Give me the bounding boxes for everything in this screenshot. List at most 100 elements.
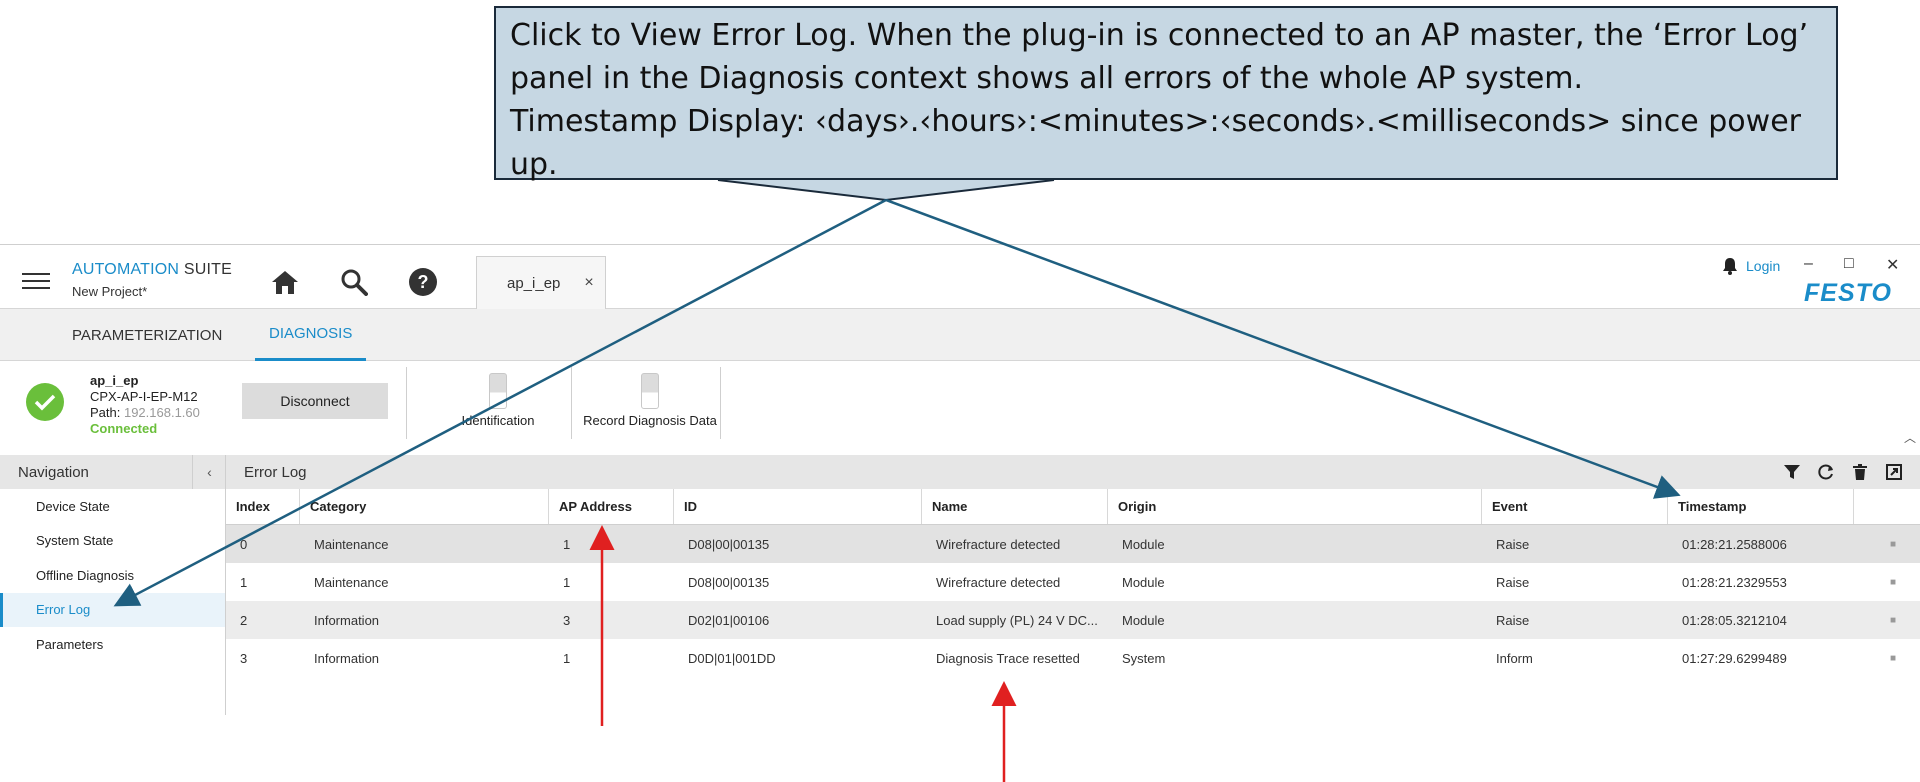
tab-parameterization[interactable]: PARAMETERIZATION (72, 309, 222, 361)
table-cell: Raise (1496, 536, 1530, 552)
table-cell: 2 (240, 612, 248, 628)
maximize-button[interactable]: □ (1844, 255, 1854, 273)
collapse-navigation-button[interactable]: ‹ (192, 455, 226, 489)
delete-icon[interactable] (1850, 462, 1870, 482)
home-icon[interactable] (270, 267, 300, 297)
column-header-spacer (1854, 489, 1920, 524)
table-cell: 1 (563, 536, 571, 552)
navigation-list: Device State System State Offline Diagnosi… (0, 489, 226, 715)
filter-icon[interactable] (1782, 462, 1802, 482)
row-marker-icon: ■ (1890, 614, 1897, 626)
brand-automation: AUTOMATION (72, 261, 180, 278)
table-cell: Maintenance (314, 536, 389, 552)
column-header[interactable]: Timestamp (1668, 489, 1854, 524)
panel-title: Error Log (244, 463, 307, 481)
table-cell: D08|00|00135 (688, 574, 770, 590)
table-cell: 1 (240, 574, 248, 590)
table-cell: 1 (563, 650, 571, 666)
table-row[interactable]: 1 Maintenance 1 D08|00|00135 Wirefracture de… (226, 563, 1920, 601)
table-row[interactable]: 3 Information 1 D0D|01|001DD Diagnosis Trace… (226, 639, 1920, 677)
disconnect-button[interactable]: Disconnect (242, 383, 388, 419)
app-window: AUTOMATION SUITE New Project* ? ap_i_ep … (0, 244, 1920, 715)
export-icon[interactable] (1884, 462, 1904, 482)
login-link[interactable]: Login (1722, 257, 1780, 275)
tab-label: ap_i_ep (507, 274, 561, 292)
table-cell: Maintenance (314, 574, 389, 590)
tab-ap-i-ep[interactable]: ap_i_ep × (476, 256, 606, 309)
device-model: CPX-AP-I-EP-M12 (90, 389, 198, 404)
help-icon[interactable]: ? (408, 267, 438, 297)
app-brand: AUTOMATION SUITE (72, 261, 232, 279)
error-log-header: Error Log (226, 455, 1920, 489)
refresh-icon[interactable] (1816, 462, 1836, 482)
nav-item[interactable]: Offline Diagnosis (0, 558, 225, 593)
close-tab-icon[interactable]: × (584, 274, 593, 292)
identification-label: Identification (461, 413, 535, 428)
divider (571, 367, 572, 439)
table-row[interactable]: 0 Maintenance 1 D08|00|00135 Wirefracture de… (226, 525, 1920, 563)
identification-toggle[interactable]: Identification (456, 373, 540, 428)
device-ip: 192.168.1.60 (123, 405, 200, 420)
table-cell: Wirefracture detected (936, 574, 1061, 590)
divider (406, 367, 407, 439)
table-cell: 3 (240, 650, 248, 666)
device-bar: ap_i_ep CPX-AP-I-EP-M12 Path: 192.168.1.… (0, 361, 1920, 445)
column-header[interactable]: AP Address (549, 489, 674, 524)
title-bar: AUTOMATION SUITE New Project* ? ap_i_ep … (0, 245, 1920, 309)
column-header[interactable]: Name (922, 489, 1108, 524)
column-header[interactable]: Category (300, 489, 549, 524)
device-name: ap_i_ep (90, 373, 139, 388)
table-cell: Module (1122, 536, 1165, 552)
callout-text-1: Click to View Error Log. When the plug-i… (510, 18, 1809, 96)
collapse-ribbon-icon[interactable]: ︿ (1904, 429, 1916, 446)
minimize-button[interactable]: – (1804, 255, 1813, 273)
table-cell: Load supply (PL) 24 V DC... (936, 612, 1098, 628)
table-cell: System (1122, 650, 1166, 666)
table-cell: Diagnosis Trace resetted (936, 650, 1080, 666)
navigation-title: Navigation (18, 463, 89, 481)
table-cell: Inform (1496, 650, 1533, 666)
table-body: 0 Maintenance 1 D08|00|00135 Wirefracture de… (226, 525, 1920, 677)
nav-item[interactable]: Device State (0, 489, 225, 524)
table-cell: Module (1122, 574, 1165, 590)
table-cell: D0D|01|001DD (688, 650, 776, 666)
column-header[interactable]: Origin (1108, 489, 1482, 524)
column-header[interactable]: Event (1482, 489, 1668, 524)
table-cell: 01:28:05.3212104 (1682, 612, 1787, 628)
table-cell: Information (314, 650, 380, 666)
device-path: Path: 192.168.1.60 (90, 405, 200, 421)
nav-item[interactable]: System State (0, 524, 225, 559)
table-cell: 01:28:21.2329553 (1682, 574, 1787, 590)
search-icon[interactable] (339, 267, 369, 297)
connection-status: Connected (90, 421, 158, 436)
table-cell: 01:28:21.2588006 (1682, 536, 1787, 552)
table-cell: D08|00|00135 (688, 536, 770, 552)
divider (720, 367, 721, 439)
tab-diagnosis[interactable]: DIAGNOSIS (255, 309, 367, 361)
close-button[interactable]: ✕ (1886, 255, 1899, 275)
login-label: Login (1746, 258, 1781, 274)
toggle-icon (489, 373, 507, 409)
column-header[interactable]: Index (226, 489, 300, 524)
column-header[interactable]: ID (674, 489, 922, 524)
table-cell: Wirefracture detected (936, 536, 1061, 552)
help-glyph: ? (409, 268, 437, 296)
nav-item[interactable]: Parameters (0, 627, 225, 662)
table-row[interactable]: 2 Information 3 D02|01|00106 Load supply (PL… (226, 601, 1920, 639)
table-cell: 3 (563, 612, 571, 628)
navigation-header: Navigation ‹ (0, 455, 226, 489)
menu-icon[interactable] (22, 273, 50, 293)
callout-text-2: Timestamp Display: ‹days›.‹hours›:<minut… (510, 104, 1801, 182)
context-tabs: PARAMETERIZATION DIAGNOSIS (0, 309, 1920, 361)
festo-logo: FESTO (1804, 279, 1892, 307)
row-marker-icon: ■ (1890, 652, 1897, 664)
table-cell: Information (314, 612, 380, 628)
bell-icon (1723, 258, 1737, 275)
table-header: Index Category AP Address ID Name Origin Event… (226, 489, 1920, 525)
path-label: Path: (90, 405, 124, 420)
toggle-icon (641, 373, 659, 409)
record-label: Record Diagnosis Data (583, 413, 717, 428)
nav-item[interactable]: Error Log (0, 592, 225, 627)
table-cell: Module (1122, 612, 1165, 628)
record-diagnosis-toggle[interactable]: Record Diagnosis Data (580, 373, 720, 428)
